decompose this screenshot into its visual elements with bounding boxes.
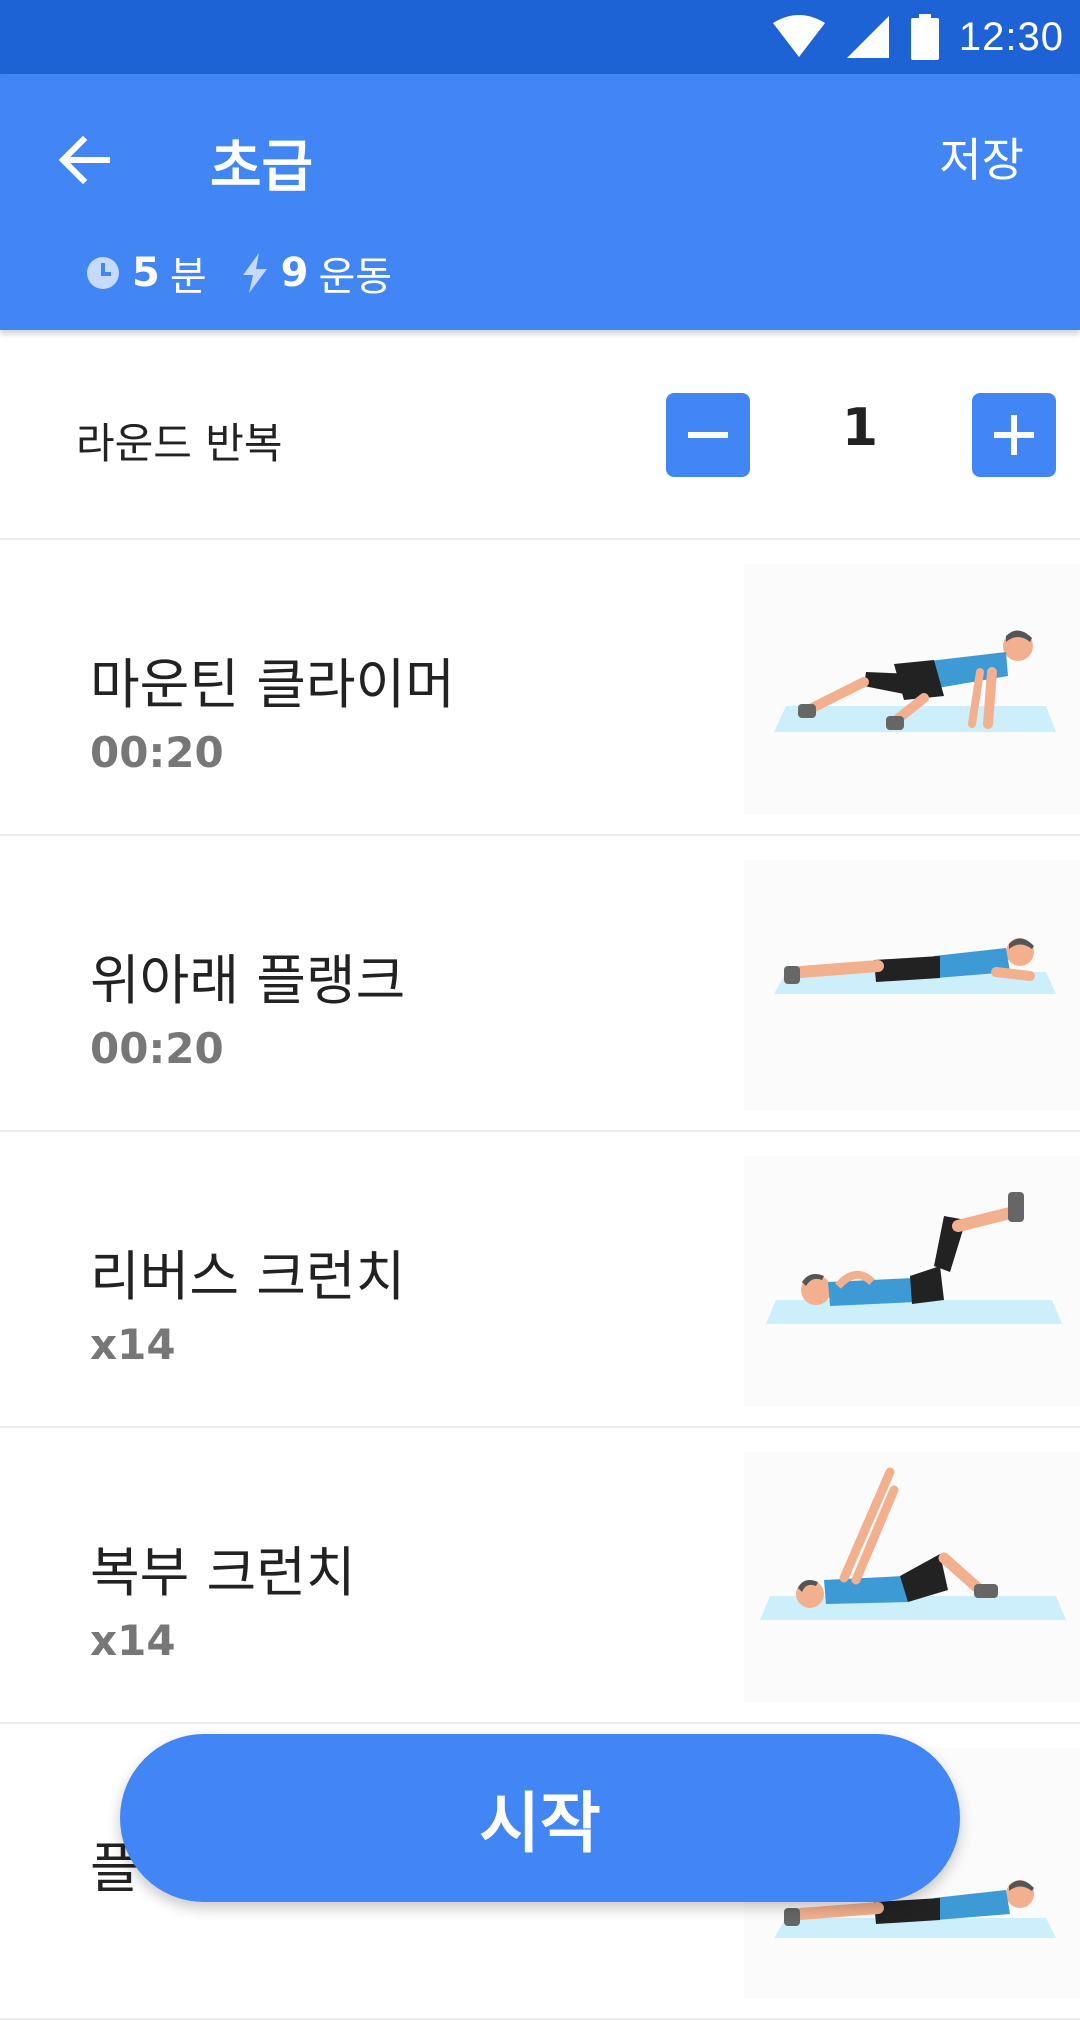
round-repeat-value: 1 [841,398,879,458]
duration-value: 5 [132,250,160,296]
back-button[interactable] [48,124,120,196]
exercise-illustration [744,860,1080,1110]
page-title: 초급 [210,135,314,200]
plank-illustration [774,938,1056,994]
exercise-duration: 00:20 [90,728,224,777]
round-repeat-label: 라운드 반복 [76,419,283,468]
exercise-name: 복부 크런치 [90,1541,356,1604]
exercise-illustration [744,1452,1080,1702]
decrease-rounds-button[interactable] [666,393,750,477]
exercise-duration: x14 [90,1320,176,1369]
reverse-crunch-illustration [766,1192,1062,1324]
exercise-name: 리버스 크런치 [90,1245,406,1308]
increase-rounds-button[interactable] [972,393,1056,477]
exercise-duration: 00:20 [90,1024,224,1073]
clock-icon [87,257,119,289]
duration-unit: 분 [169,254,207,300]
exercise-item-mountain-climber[interactable]: 마운틴 클라이머 00:20 [0,540,1080,836]
lightning-icon [242,253,267,293]
app-bar: 초급 저장 5 분 9 운동 [0,74,1080,330]
workout-meta: 5 분 9 운동 [86,244,426,302]
exercise-duration: x14 [90,1616,176,1665]
wifi-icon [772,15,825,57]
exercise-name: 위아래 플랭크 [90,949,406,1012]
duration-info: 5 분 [86,244,207,302]
arrow-back-icon [58,135,110,185]
battery-icon [910,14,939,60]
signal-icon [846,16,889,58]
exercise-illustration [744,1156,1080,1406]
exercise-item-up-down-plank[interactable]: 위아래 플랭크 00:20 [0,836,1080,1132]
plus-icon [994,415,1034,455]
exercise-count-info: 9 운동 [241,244,392,302]
exercise-illustration [744,564,1080,814]
exercise-count-value: 9 [280,250,309,296]
round-repeat-row: 라운드 반복 1 [0,330,1080,540]
save-button[interactable]: 저장 [939,124,1024,190]
exercise-name: 마운틴 클라이머 [90,653,455,716]
status-bar: 12:30 [0,0,1080,74]
mountain-climber-illustration [774,630,1056,732]
exercise-item-reverse-crunch[interactable]: 리버스 크런치 x14 [0,1132,1080,1428]
minus-icon [688,432,728,438]
status-time: 12:30 [958,14,1064,59]
abdominal-crunch-illustration [760,1467,1066,1620]
exercise-count-unit: 운동 [318,254,393,300]
start-button[interactable]: 시작 [120,1734,960,1902]
exercise-item-abdominal-crunch[interactable]: 복부 크런치 x14 [0,1428,1080,1724]
